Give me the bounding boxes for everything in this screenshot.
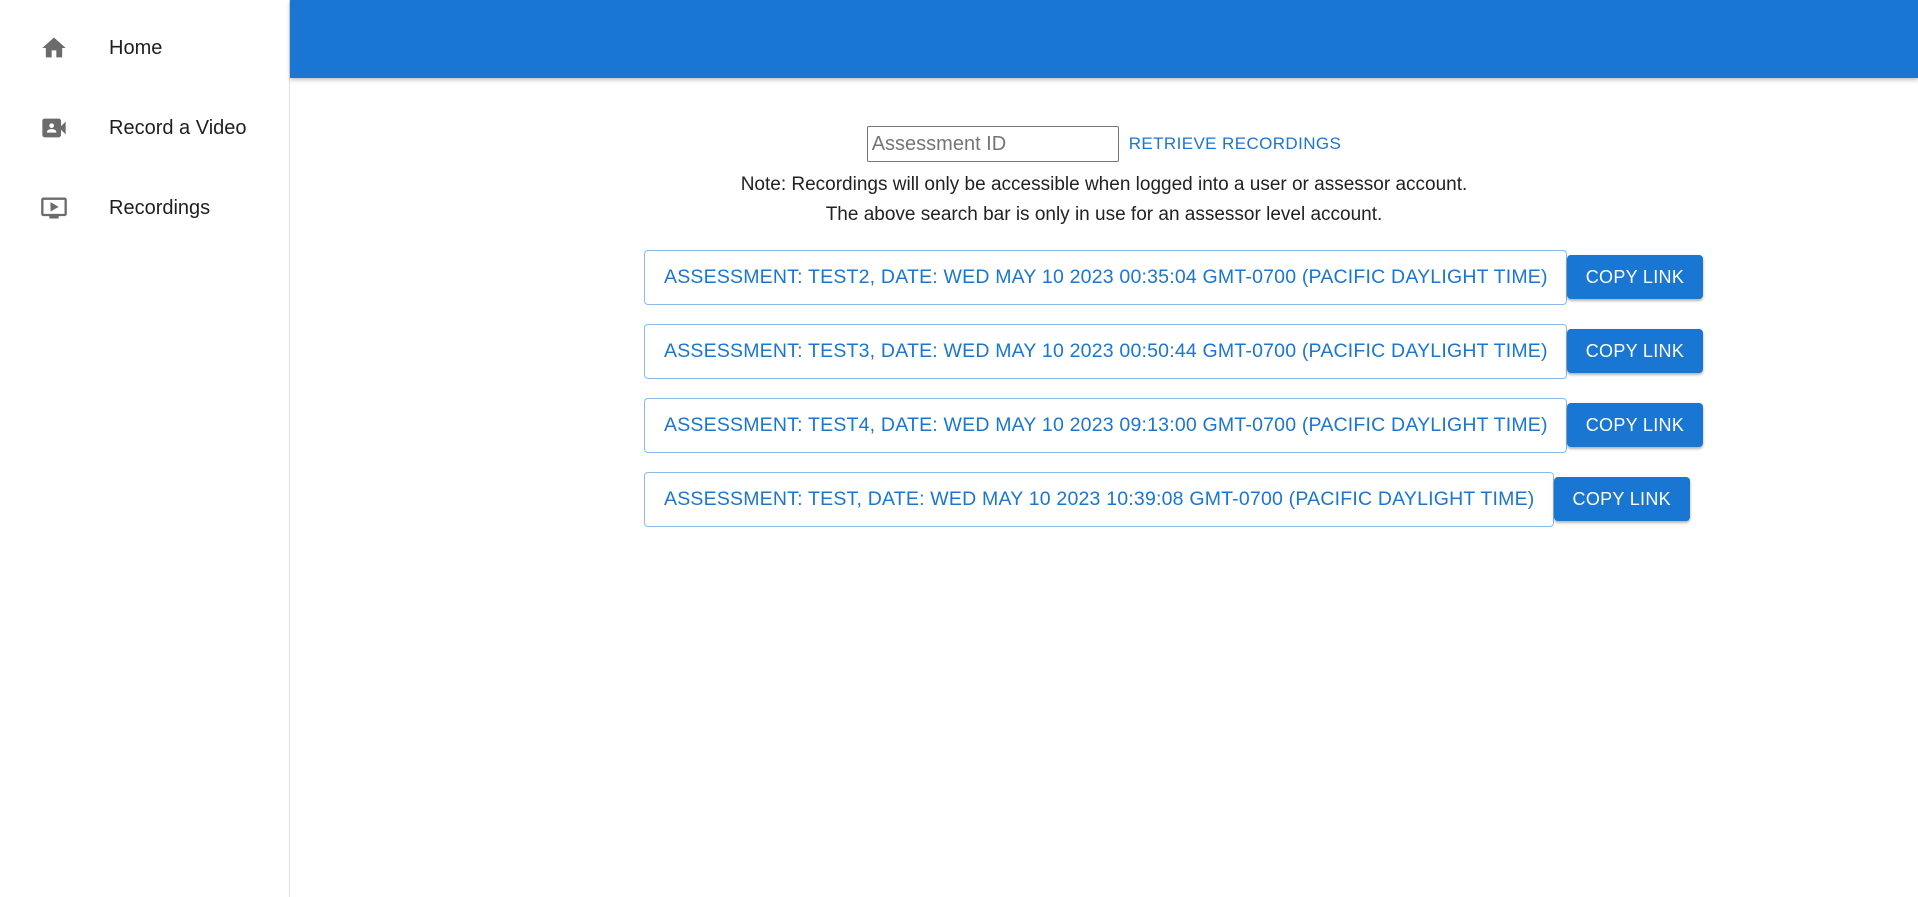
sidebar-item-record-video[interactable]: Record a Video: [0, 88, 289, 168]
sidebar: Home Record a Video Recordings: [0, 0, 290, 897]
sidebar-item-label: Home: [109, 36, 163, 59]
search-row: RETRIEVE RECORDINGS: [290, 126, 1918, 162]
recording-link[interactable]: ASSESSMENT: TEST, DATE: WED MAY 10 2023 …: [644, 471, 1554, 527]
recording-link[interactable]: ASSESSMENT: TEST3, DATE: WED MAY 10 2023…: [644, 323, 1567, 379]
play-screen-icon: [40, 194, 68, 222]
sidebar-item-home[interactable]: Home: [0, 8, 289, 88]
list-item: ASSESSMENT: TEST2, DATE: WED MAY 10 2023…: [644, 249, 1704, 305]
access-note: Note: Recordings will only be accessible…: [290, 170, 1918, 230]
video-camera-icon: [40, 114, 68, 142]
copy-link-button[interactable]: COPY LINK: [1566, 403, 1704, 447]
recordings-list: ASSESSMENT: TEST2, DATE: WED MAY 10 2023…: [644, 249, 1704, 545]
retrieve-recordings-button[interactable]: RETRIEVE RECORDINGS: [1129, 128, 1342, 160]
note-line-1: Note: Recordings will only be accessible…: [740, 174, 1468, 195]
note-line-2: The above search bar is only in use for …: [825, 204, 1383, 225]
recording-link[interactable]: ASSESSMENT: TEST4, DATE: WED MAY 10 2023…: [644, 397, 1567, 453]
sidebar-item-recordings[interactable]: Recordings: [0, 168, 289, 248]
copy-link-button[interactable]: COPY LINK: [1553, 477, 1690, 521]
list-item: ASSESSMENT: TEST3, DATE: WED MAY 10 2023…: [644, 323, 1704, 379]
list-item: ASSESSMENT: TEST4, DATE: WED MAY 10 2023…: [644, 397, 1704, 453]
home-icon: [40, 34, 68, 62]
sidebar-item-label: Record a Video: [109, 116, 247, 139]
list-item: ASSESSMENT: TEST, DATE: WED MAY 10 2023 …: [644, 471, 1703, 527]
app-bar: [290, 0, 1918, 78]
assessment-id-input[interactable]: [866, 126, 1119, 162]
main-content: RETRIEVE RECORDINGS Note: Recordings wil…: [290, 78, 1918, 897]
recording-link[interactable]: ASSESSMENT: TEST2, DATE: WED MAY 10 2023…: [644, 249, 1567, 305]
sidebar-item-label: Recordings: [109, 196, 211, 219]
copy-link-button[interactable]: COPY LINK: [1566, 255, 1704, 299]
copy-link-button[interactable]: COPY LINK: [1566, 329, 1704, 373]
